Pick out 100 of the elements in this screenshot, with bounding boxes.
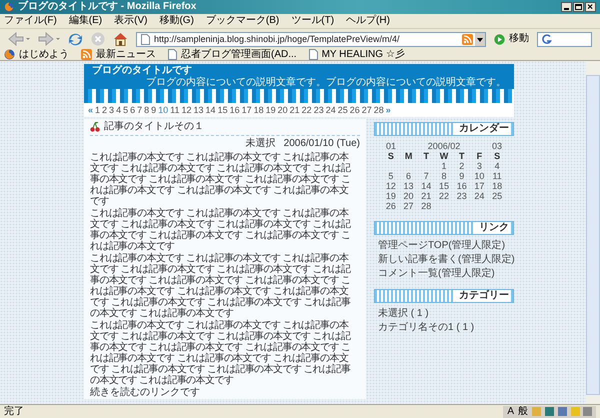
calendar-day: 10	[470, 171, 488, 181]
page-link[interactable]: 14	[206, 104, 216, 116]
page-link[interactable]: 21	[290, 104, 300, 116]
menu-item[interactable]: ブックマーク(B)	[206, 15, 280, 27]
page-link[interactable]: 26	[350, 104, 360, 116]
next-month-link[interactable]: 03	[492, 141, 502, 151]
menu-item[interactable]: 移動(G)	[159, 15, 194, 27]
page-link[interactable]: 9	[151, 104, 156, 116]
menu-item[interactable]: ヘルプ(H)	[346, 15, 390, 27]
page-link[interactable]: 19	[266, 104, 276, 116]
page-link[interactable]: 8	[144, 104, 150, 116]
menu-item[interactable]: 編集(E)	[68, 15, 102, 27]
cherry-icon	[90, 122, 100, 132]
weekday-label: S	[493, 151, 502, 161]
calendar-day: 18	[488, 181, 506, 191]
page-icon	[168, 49, 177, 60]
sidebar-heading-text: カレンダー	[455, 123, 509, 135]
calendar-day: 3	[470, 161, 488, 171]
calendar-day: 9	[452, 171, 471, 181]
page-link[interactable]: 7	[137, 104, 142, 116]
post-paragraph: これは記事の本文です これは記事の本文です これは記事の本文です これは記事の本文です これは記事の本文です これは記事の本文です これは記事の本文です これは記事の本文です これは記事の本文です これは記事の本文です これは記事の本文です これは記事の本文です これは記事の本文です これは記事の本文です これは記事の本文です	[90, 320, 352, 386]
address-field[interactable]: http://sampleninja.blog.shinobi.jp/hoge/TemplatePreView/m/4/	[136, 32, 486, 46]
maximize-button[interactable]	[573, 2, 584, 12]
calendar-day: 11	[488, 171, 506, 181]
sidebar-heading-text: リンク	[475, 222, 509, 234]
ime-mode-label[interactable]: A	[507, 406, 514, 418]
reload-icon[interactable]	[68, 32, 83, 46]
page-link[interactable]: 25	[338, 104, 348, 116]
close-button[interactable]	[585, 2, 596, 12]
post-category[interactable]: 未選択	[246, 138, 276, 150]
calendar-day: 4	[488, 161, 506, 171]
page-link[interactable]: 28	[374, 104, 384, 116]
weekday-label: S	[386, 151, 395, 161]
post-title[interactable]: 記事のタイトルその１	[104, 121, 204, 133]
sidebar-link[interactable]: コメント一覧(管理人限定)	[378, 268, 510, 279]
menu-item[interactable]: ファイル(F)	[4, 15, 57, 27]
calendar-day: 14	[417, 181, 436, 191]
page-link[interactable]: 1	[95, 104, 100, 116]
calendar-day: 26	[382, 201, 400, 211]
page-link[interactable]: 27	[362, 104, 372, 116]
home-icon[interactable]	[113, 32, 128, 46]
calendar-day: 22	[435, 191, 453, 201]
page-link[interactable]: 16	[230, 104, 240, 116]
post-paragraph: これは記事の本文です これは記事の本文です これは記事の本文です これは記事の本文です これは記事の本文です これは記事の本文です これは記事の本文です これは記事の本文です これは記事の本文です これは記事の本文です これは記事の本文です	[90, 152, 352, 207]
post-date: 2006/01/10 (Tue)	[284, 138, 360, 150]
calendar-day: 6	[400, 171, 418, 181]
calendar-day: 28	[417, 201, 436, 211]
page-link[interactable]: 23	[314, 104, 324, 116]
feed-icon	[462, 34, 473, 44]
weekday-label: T	[458, 151, 466, 161]
page-link[interactable]: 6	[130, 104, 136, 116]
calendar-day: 7	[417, 171, 436, 181]
bookmark-link[interactable]: はじめよう	[19, 49, 69, 60]
read-more-link[interactable]: 続きを読むのリンクです	[90, 387, 360, 398]
minimize-button[interactable]	[561, 2, 572, 12]
globe-icon	[4, 2, 14, 12]
ime-mode-label[interactable]: 般	[518, 406, 528, 418]
bookmark-link[interactable]: 最新ニュース	[96, 49, 156, 60]
prev-page-link[interactable]: «	[88, 104, 94, 116]
play-icon	[494, 34, 505, 44]
page-link[interactable]: 5	[123, 104, 128, 116]
page-link[interactable]: 24	[326, 104, 336, 116]
weekday-label: M	[404, 151, 414, 161]
page-link[interactable]: 4	[116, 104, 122, 116]
sidebar-link[interactable]: カテゴリ名その1 ( 1 )	[378, 322, 510, 333]
page-link[interactable]: 11	[170, 104, 180, 116]
menu-item[interactable]: ツール(T)	[291, 15, 334, 27]
calendar-day: 23	[452, 191, 471, 201]
globe-icon	[4, 49, 15, 60]
weekday-label: W	[438, 151, 450, 161]
go-button[interactable]: 移動	[494, 33, 529, 45]
weekday-label: F	[476, 151, 484, 161]
search-field[interactable]	[537, 32, 592, 46]
page-link[interactable]: 3	[109, 104, 114, 116]
bookmark-link[interactable]: MY HEALING ☆彡	[322, 49, 405, 60]
prev-month-link[interactable]: 01	[386, 141, 396, 151]
page-link[interactable]: 20	[278, 104, 288, 116]
sidebar-link[interactable]: 未選択 ( 1 )	[378, 308, 510, 319]
calendar-day: 25	[488, 191, 506, 201]
blog-title[interactable]: ブログのタイトルです	[92, 65, 506, 77]
window-title: ブログのタイトルです - Mozilla Firefox	[18, 1, 196, 13]
calendar-month: 2006/02	[428, 141, 460, 151]
page-link[interactable]: 2	[102, 104, 108, 116]
next-page-link[interactable]: »	[386, 104, 391, 116]
page-link[interactable]: 18	[254, 104, 264, 116]
feed-icon	[81, 49, 92, 60]
calendar-day: 5	[382, 171, 400, 181]
page-link[interactable]: 17	[242, 104, 252, 116]
sidebar-link[interactable]: 管理ページTOP(管理人限定)	[378, 240, 510, 251]
page-link[interactable]: 15	[218, 104, 228, 116]
calendar-day: 24	[470, 191, 488, 201]
page-link[interactable]: 10	[158, 104, 168, 116]
menu-item[interactable]: 表示(V)	[114, 15, 148, 27]
page-link[interactable]: 13	[194, 104, 204, 116]
post-paragraph: これは記事の本文です これは記事の本文です これは記事の本文です これは記事の本文です これは記事の本文です これは記事の本文です これは記事の本文です これは記事の本文です これは記事の本文です	[90, 208, 352, 252]
page-link[interactable]: 12	[182, 104, 192, 116]
page-link[interactable]: 22	[302, 104, 312, 116]
bookmark-link[interactable]: 忍者ブログ管理画面(AD...	[181, 49, 297, 60]
search-engine-icon	[542, 34, 552, 44]
toolbar-icons-drawing	[532, 406, 592, 417]
